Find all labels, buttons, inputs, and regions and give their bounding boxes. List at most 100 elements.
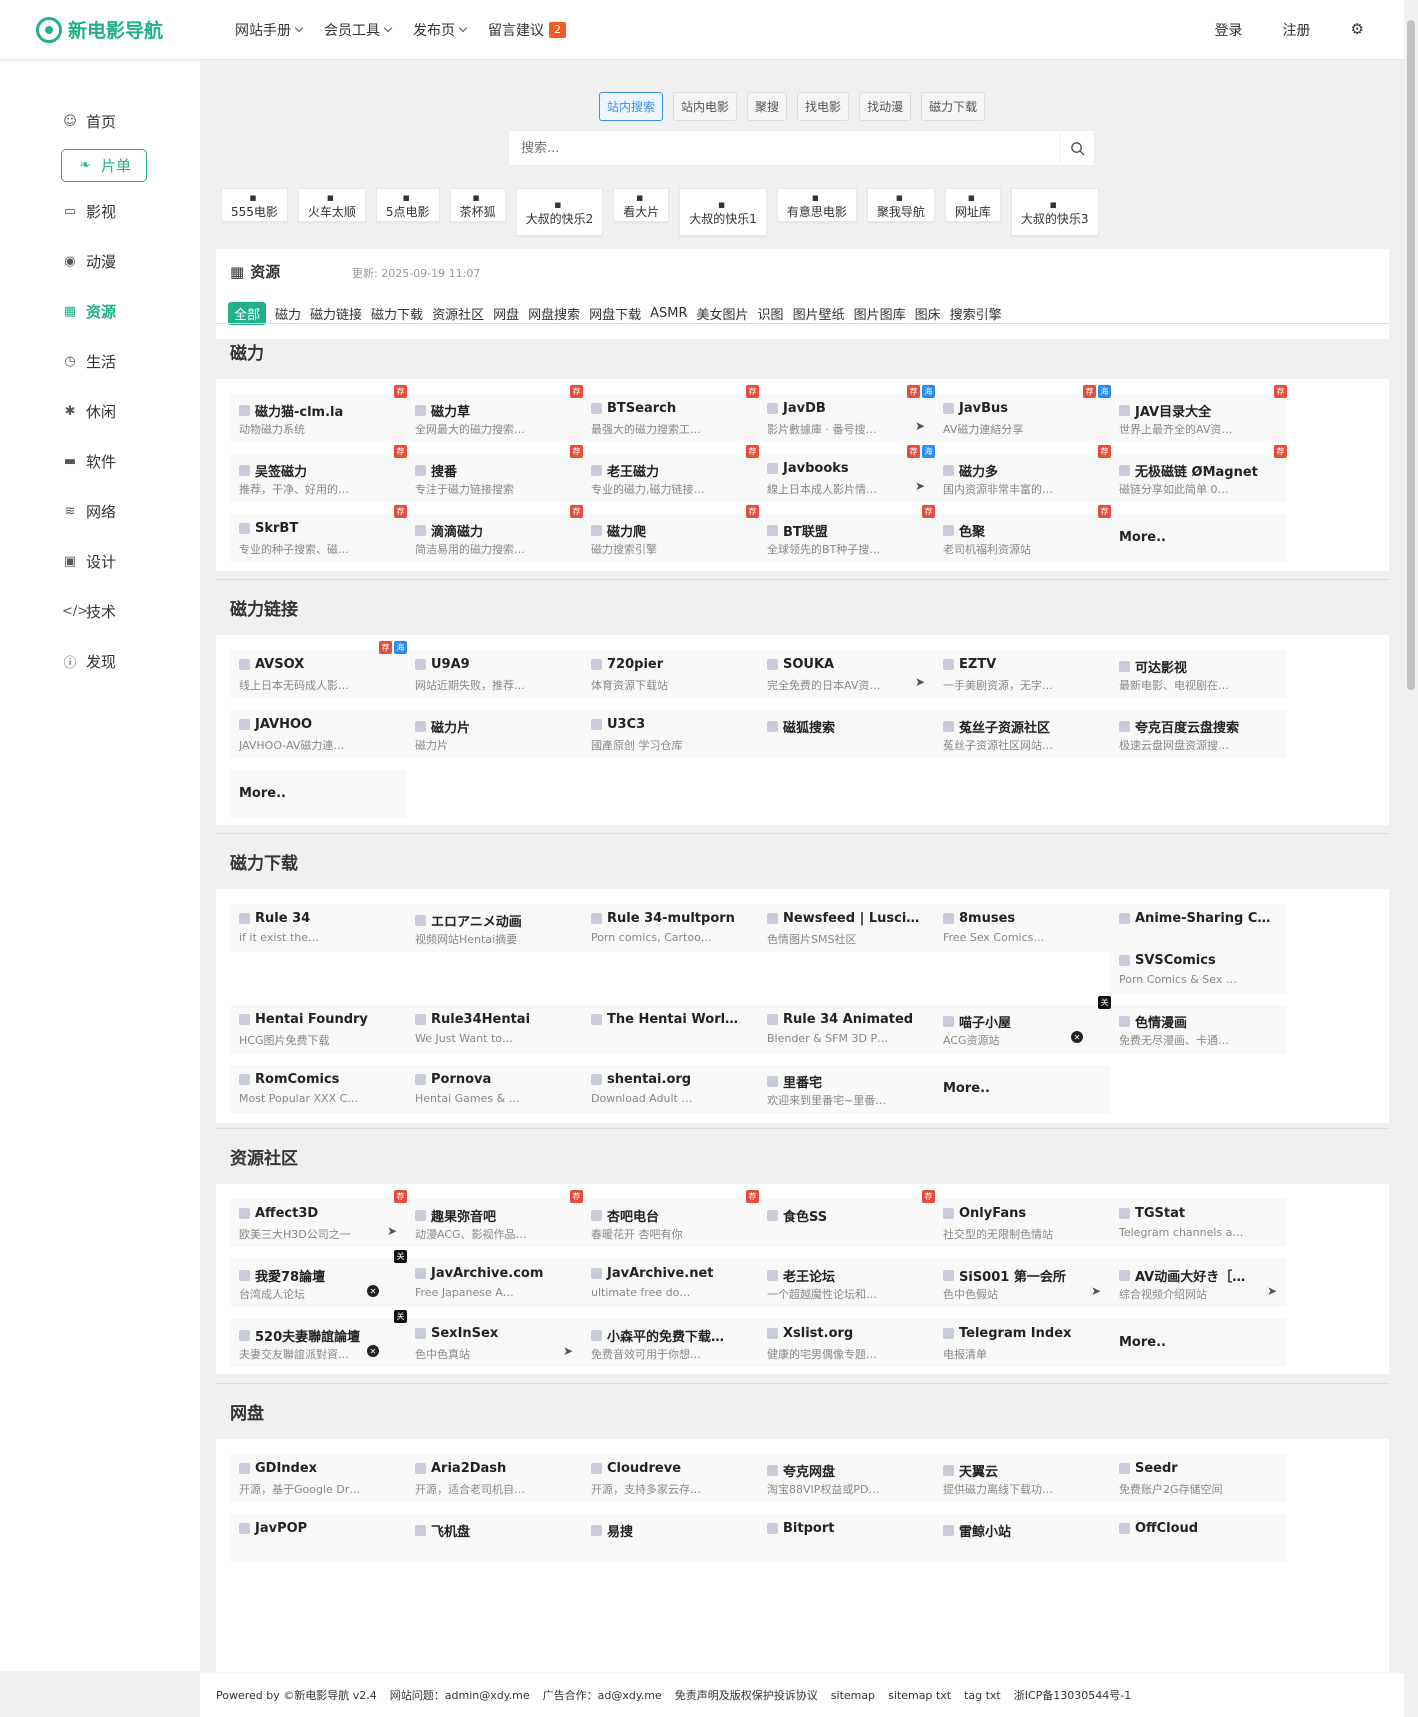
quick-link[interactable]: ▪ 5点电影 [375, 188, 440, 222]
site-card[interactable]: U3C3 國產原创 学习仓库 [583, 710, 759, 758]
send-icon[interactable]: ➤ [387, 1224, 397, 1238]
site-card[interactable]: The Hentai Worl… [583, 1005, 759, 1053]
site-card[interactable]: 夸克网盘 淘宝88VIP权益或PD… [759, 1454, 935, 1502]
more-link[interactable]: More.. [1111, 514, 1287, 562]
site-card[interactable]: 磁力片 磁力片 [407, 710, 583, 758]
footer-item-7[interactable]: 浙ICP备13030544号-1 [1014, 1687, 1132, 1703]
sidebar-item-home[interactable]: ☺ 首页 [62, 111, 116, 132]
sidebar-item-playlist[interactable]: ❧ 片单 [61, 149, 148, 182]
site-card[interactable]: Hentai Foundry HCG图片免费下载 [231, 1005, 407, 1053]
site-card[interactable]: JAVHOO JAVHOO-AV磁力連… [231, 710, 407, 758]
filter-6[interactable]: 网盘搜索 [528, 304, 580, 323]
site-card[interactable]: 喵子小屋 ACG资源站关 ✕ [935, 996, 1111, 1053]
quick-link[interactable]: ▪ 茶杯狐 [449, 188, 506, 222]
site-card[interactable]: 夸克百度云盘搜索 极速云盘网盘资源搜… [1111, 710, 1287, 758]
site-card[interactable]: AVSOX 线上日本无码成人影… 荐海 [231, 641, 407, 698]
quick-link[interactable]: ▪ 聚我导航 [866, 188, 935, 222]
footer-item-2[interactable]: 广告合作：ad@xdy.me [543, 1687, 662, 1703]
quick-link[interactable]: ▪ 有意思电影 [776, 188, 857, 222]
sidebar-item-video[interactable]: ▭ 影视 [62, 201, 116, 222]
site-card[interactable]: 小森平的免费下载… 免费音效可用于你想… [583, 1319, 759, 1367]
send-icon[interactable]: ➤ [563, 1344, 573, 1358]
filter-3[interactable]: 磁力下载 [371, 304, 423, 323]
site-card[interactable]: 我愛78論壇 台湾成人论坛关 ✕ [231, 1250, 407, 1307]
tab-find-anime[interactable]: 找动漫 [859, 92, 912, 121]
site-card[interactable]: 易搜 [583, 1514, 759, 1562]
filter-7[interactable]: 网盘下载 [589, 304, 641, 323]
filter-2[interactable]: 磁力链接 [310, 304, 362, 323]
site-card[interactable]: SOUKA 完全免费的日本AV资… ➤ [759, 650, 935, 698]
filter-9[interactable]: 美女图片 [697, 304, 749, 323]
filter-12[interactable]: 图片图库 [854, 304, 906, 323]
site-card[interactable]: Rule 34 if it exist the… [231, 904, 407, 952]
site-card[interactable]: Anime-Sharing C… [1111, 904, 1287, 952]
site-card[interactable]: 520夫妻聯誼論壇 夫妻交友聯誼派對資… 关 ✕ [231, 1310, 407, 1367]
site-card[interactable]: RomComics Most Popular XXX C… [231, 1065, 407, 1113]
site-card[interactable]: 磁力爬 磁力搜索引擎 荐 [583, 505, 759, 562]
filter-0[interactable]: 全部 [228, 302, 267, 325]
nav-item-member-tools[interactable]: 会员工具 [324, 20, 393, 40]
login-link[interactable]: 登录 [1215, 20, 1243, 40]
site-card[interactable]: 老王论坛 一个超越魔性论坛和… [759, 1259, 935, 1307]
site-card[interactable]: 磁力草 全网最大的磁力搜索… 荐 [407, 385, 583, 442]
site-card[interactable]: Affect3D 欧美三大H3D公司之一 荐 ➤ [231, 1190, 407, 1247]
scrollbar-thumb[interactable] [1407, 20, 1415, 690]
site-card[interactable]: 色聚 老司机福利资源站 荐 [935, 505, 1111, 562]
more-link[interactable]: More.. [1111, 1319, 1287, 1367]
sidebar-item-tech[interactable]: </> 技术 [62, 601, 116, 622]
quick-link[interactable]: ▪ 大叔的快乐3 [1010, 188, 1099, 236]
sidebar-item-anime[interactable]: ◉ 动漫 [62, 251, 116, 272]
site-card[interactable]: shentai.org Download Adult … [583, 1065, 759, 1113]
site-card[interactable]: SVSComics Porn Comics & Sex … [1111, 946, 1287, 994]
site-card[interactable]: 磁狐搜索 [759, 710, 935, 758]
site-card[interactable]: Javbooks 線上日本成人影片情… 荐海 ➤ [759, 445, 935, 502]
sidebar-item-design[interactable]: ▣ 设计 [62, 551, 116, 572]
site-card[interactable]: 天翼云 提供磁力离线下载功… [935, 1454, 1111, 1502]
site-card[interactable]: JavArchive.net ultimate free do… [583, 1259, 759, 1307]
filter-1[interactable]: 磁力 [275, 304, 301, 323]
nav-item-manual[interactable]: 网站手册 [235, 20, 304, 40]
send-icon[interactable]: ➤ [915, 675, 925, 689]
site-card[interactable]: 食色SS 荐 [759, 1190, 935, 1247]
tab-find-movie[interactable]: 找电影 [797, 92, 850, 121]
site-card[interactable]: Seedr 免费账户2G存储空间 [1111, 1454, 1287, 1502]
site-card[interactable]: TGStat Telegram channels a… [1111, 1199, 1287, 1247]
site-card[interactable]: SexInSex 色中色真站 ➤ [407, 1319, 583, 1367]
site-card[interactable]: 雷鲸小站 [935, 1514, 1111, 1562]
site-card[interactable]: BT联盟 全球领先的BT种子搜… 荐 [759, 505, 935, 562]
filter-8[interactable]: ASMR [650, 306, 687, 321]
site-card[interactable]: JavBus AV磁力連結分享 荐海 [935, 385, 1111, 442]
site-card[interactable]: JavDB 影片數據庫 · 番号搜… 荐海 ➤ [759, 385, 935, 442]
site-card[interactable]: 可达影视 最新电影、电视剧在… [1111, 650, 1287, 698]
site-card[interactable]: AV动画大好き［… 综合视频介绍网站 ➤ [1111, 1259, 1287, 1307]
filter-10[interactable]: 识图 [758, 304, 784, 323]
footer-item-3[interactable]: 免责声明及版权保护投诉协议 [675, 1687, 818, 1703]
quick-link[interactable]: ▪ 火车太顺 [297, 188, 366, 222]
sidebar-item-leisure[interactable]: ✱ 休闲 [62, 401, 116, 422]
site-card[interactable]: エロアニメ动画 视频网站Hentai摘要 [407, 904, 583, 952]
tab-magnet-download[interactable]: 磁力下载 [921, 92, 986, 121]
site-card[interactable]: Aria2Dash 开源，适合老司机自… [407, 1454, 583, 1502]
site-logo[interactable]: 新电影导航 [36, 16, 163, 43]
footer-item-5[interactable]: sitemap txt [888, 1689, 951, 1702]
footer-item-6[interactable]: tag txt [964, 1689, 1001, 1702]
search-button[interactable] [1060, 131, 1094, 165]
sidebar-item-network[interactable]: ≋ 网络 [62, 501, 116, 522]
quick-link[interactable]: ▪ 555电影 [221, 188, 288, 222]
site-card[interactable]: 色情漫画 免费无尽漫画、卡通… [1111, 1005, 1287, 1053]
site-card[interactable]: SkrBT 专业的种子搜索、磁… 荐 [231, 505, 407, 562]
site-card[interactable]: Rule 34 Animated Blender & SFM 3D P… [759, 1005, 935, 1053]
site-card[interactable]: Xslist.org 健康的宅男偶像专题… [759, 1319, 935, 1367]
site-card[interactable]: Rule 34-multporn Porn comics, Cartoo… [583, 904, 759, 952]
filter-11[interactable]: 图片壁纸 [793, 304, 845, 323]
filter-5[interactable]: 网盘 [493, 304, 519, 323]
site-card[interactable]: 磁力猫-clm.la 动物磁力系统 荐 [231, 385, 407, 442]
gear-icon[interactable]: ⚙ [1351, 20, 1364, 40]
site-card[interactable]: 滴滴磁力 简洁易用的磁力搜索… 荐 [407, 505, 583, 562]
site-card[interactable]: SiS001 第一会所 色中色假站 ➤ [935, 1259, 1111, 1307]
site-card[interactable]: JavArchive.com Free Japanese A… [407, 1259, 583, 1307]
sidebar-item-resources[interactable]: ▦ 资源 [62, 301, 116, 322]
site-card[interactable]: Rule34Hentai We Just Want to… [407, 1005, 583, 1053]
quick-link[interactable]: ▪ 看大片 [613, 188, 670, 222]
sidebar-item-software[interactable]: ▬ 软件 [62, 451, 116, 472]
